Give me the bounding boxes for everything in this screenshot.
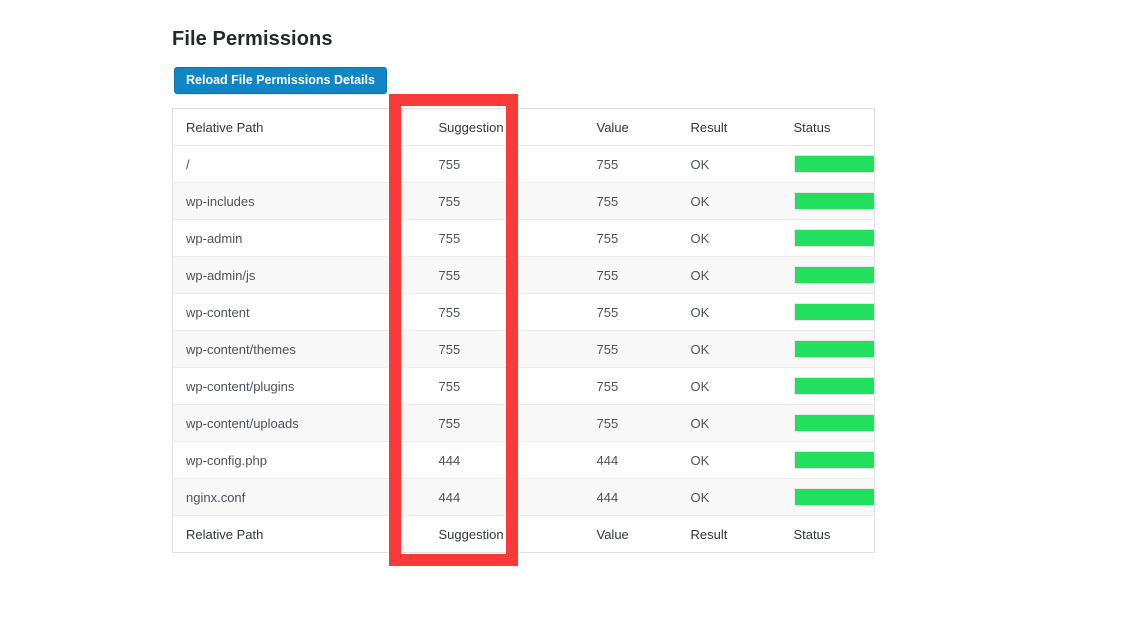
table-row: wp-content/uploads755755OK: [173, 405, 875, 442]
cell-status: [781, 331, 875, 368]
page-title: File Permissions: [172, 26, 333, 52]
column-header-suggestion[interactable]: Suggestion: [426, 109, 584, 146]
table-row: wp-admin/js755755OK: [173, 257, 875, 294]
cell-relative-path: wp-includes: [173, 183, 426, 220]
status-badge: [794, 192, 875, 210]
status-badge: [794, 340, 875, 358]
cell-status: [781, 479, 875, 516]
table-header-row: Relative Path Suggestion Value Result St…: [173, 109, 875, 146]
status-badge: [794, 266, 875, 284]
reload-file-permissions-button[interactable]: Reload File Permissions Details: [174, 67, 387, 94]
file-permissions-table: Relative Path Suggestion Value Result St…: [172, 108, 875, 553]
table-row: wp-admin755755OK: [173, 220, 875, 257]
cell-suggestion: 755: [426, 405, 584, 442]
cell-result: OK: [678, 146, 781, 183]
cell-value: 755: [584, 331, 678, 368]
cell-suggestion: 755: [426, 294, 584, 331]
column-header-result[interactable]: Result: [678, 109, 781, 146]
table-row: wp-config.php444444OK: [173, 442, 875, 479]
cell-relative-path: wp-content/uploads: [173, 405, 426, 442]
footer-cell-result: Result: [678, 516, 781, 553]
status-badge: [794, 377, 875, 395]
cell-relative-path: nginx.conf: [173, 479, 426, 516]
cell-value: 444: [584, 479, 678, 516]
status-badge: [794, 414, 875, 432]
cell-result: OK: [678, 294, 781, 331]
cell-suggestion: 755: [426, 331, 584, 368]
table-body: /755755OKwp-includes755755OKwp-admin7557…: [173, 146, 875, 516]
cell-value: 755: [584, 405, 678, 442]
status-badge: [794, 451, 875, 469]
column-header-status[interactable]: Status: [781, 109, 875, 146]
cell-suggestion: 444: [426, 479, 584, 516]
cell-status: [781, 368, 875, 405]
cell-suggestion: 755: [426, 368, 584, 405]
table-header: Relative Path Suggestion Value Result St…: [173, 109, 875, 146]
cell-value: 755: [584, 368, 678, 405]
cell-result: OK: [678, 405, 781, 442]
reload-button-label: Reload File Permissions Details: [186, 74, 375, 87]
table-row: wp-content/themes755755OK: [173, 331, 875, 368]
cell-relative-path: /: [173, 146, 426, 183]
cell-suggestion: 755: [426, 183, 584, 220]
cell-status: [781, 183, 875, 220]
cell-value: 755: [584, 183, 678, 220]
status-badge: [794, 488, 875, 506]
footer-cell-status: Status: [781, 516, 875, 553]
cell-status: [781, 220, 875, 257]
cell-relative-path: wp-content: [173, 294, 426, 331]
cell-status: [781, 257, 875, 294]
cell-result: OK: [678, 479, 781, 516]
page-root: File Permissions Reload File Permissions…: [0, 0, 1122, 635]
status-badge: [794, 229, 875, 247]
cell-relative-path: wp-config.php: [173, 442, 426, 479]
cell-status: [781, 442, 875, 479]
cell-result: OK: [678, 331, 781, 368]
column-header-value[interactable]: Value: [584, 109, 678, 146]
status-badge: [794, 155, 875, 173]
table-footer: Relative Path Suggestion Value Result St…: [173, 516, 875, 553]
table-row: /755755OK: [173, 146, 875, 183]
cell-suggestion: 755: [426, 146, 584, 183]
cell-value: 755: [584, 257, 678, 294]
status-badge: [794, 303, 875, 321]
footer-cell-suggestion: Suggestion: [426, 516, 584, 553]
table-row: wp-includes755755OK: [173, 183, 875, 220]
cell-relative-path: wp-admin: [173, 220, 426, 257]
column-header-relative-path[interactable]: Relative Path: [173, 109, 426, 146]
cell-result: OK: [678, 442, 781, 479]
cell-value: 755: [584, 146, 678, 183]
footer-cell-value: Value: [584, 516, 678, 553]
cell-status: [781, 405, 875, 442]
cell-value: 444: [584, 442, 678, 479]
cell-relative-path: wp-admin/js: [173, 257, 426, 294]
table-row: wp-content755755OK: [173, 294, 875, 331]
cell-status: [781, 294, 875, 331]
cell-suggestion: 755: [426, 220, 584, 257]
footer-cell-relative-path: Relative Path: [173, 516, 426, 553]
cell-suggestion: 444: [426, 442, 584, 479]
cell-value: 755: [584, 220, 678, 257]
cell-value: 755: [584, 294, 678, 331]
table-row: nginx.conf444444OK: [173, 479, 875, 516]
cell-result: OK: [678, 368, 781, 405]
cell-result: OK: [678, 183, 781, 220]
cell-result: OK: [678, 257, 781, 294]
cell-status: [781, 146, 875, 183]
table-row: wp-content/plugins755755OK: [173, 368, 875, 405]
cell-relative-path: wp-content/plugins: [173, 368, 426, 405]
cell-suggestion: 755: [426, 257, 584, 294]
cell-relative-path: wp-content/themes: [173, 331, 426, 368]
table-footer-row: Relative Path Suggestion Value Result St…: [173, 516, 875, 553]
cell-result: OK: [678, 220, 781, 257]
